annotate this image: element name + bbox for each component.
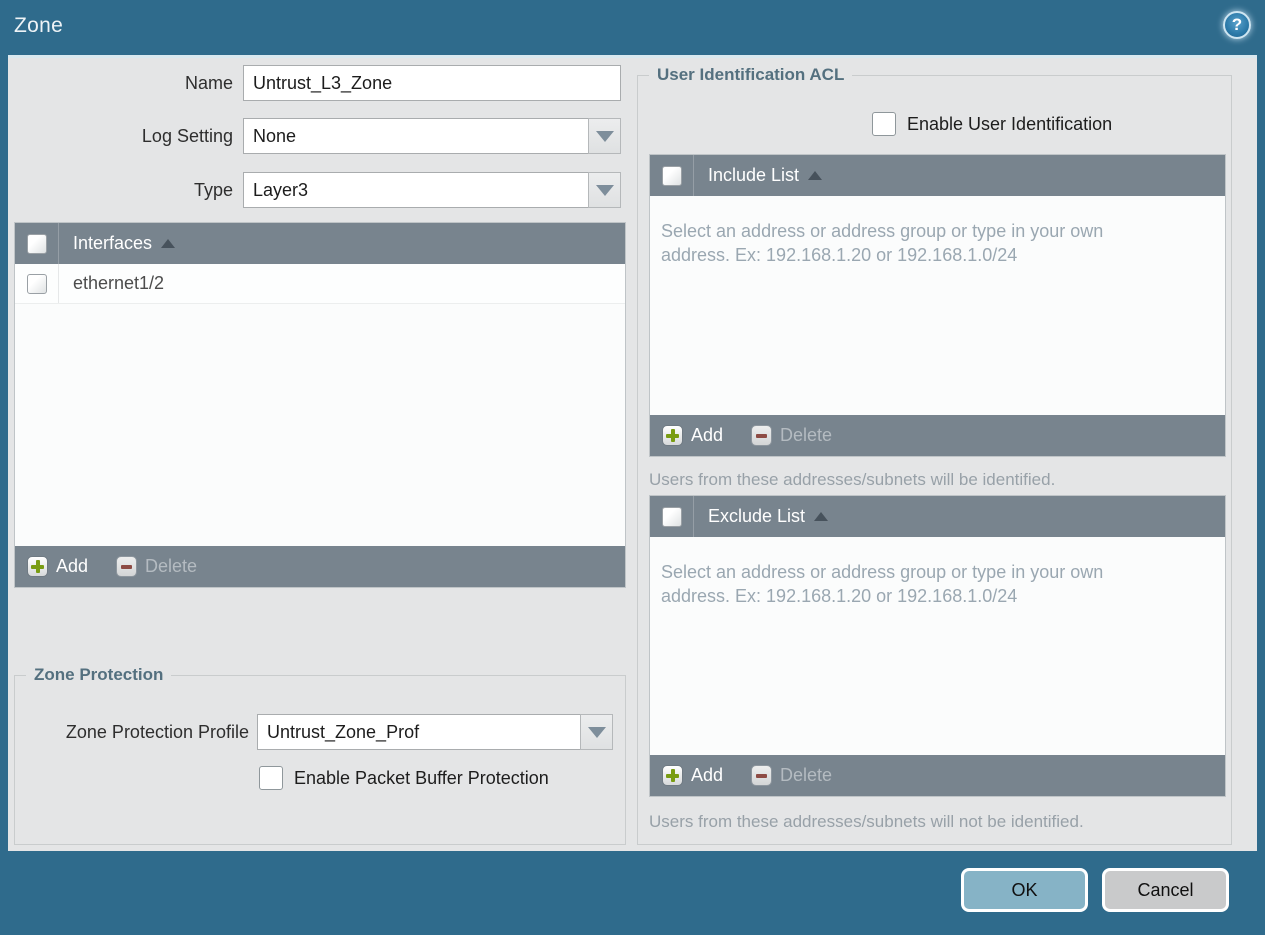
plus-icon — [27, 556, 48, 577]
type-dropdown-button[interactable] — [588, 172, 621, 208]
include-select-all-checkbox[interactable] — [661, 165, 682, 186]
include-column-label: Include List — [708, 165, 800, 185]
interfaces-table-footer: Add Delete — [15, 546, 625, 587]
interface-name: ethernet1/2 — [73, 273, 165, 293]
interfaces-table: Interfaces ethernet1/2 Add Delete — [14, 222, 626, 588]
dialog-body: Name Log Setting None Type Layer3 Interf… — [8, 55, 1257, 851]
add-button-label: Add — [56, 556, 89, 576]
include-delete-button[interactable]: Delete — [751, 425, 832, 446]
exclude-delete-button[interactable]: Delete — [751, 765, 832, 786]
exclude-list-placeholder: Select an address or address group or ty… — [661, 562, 1104, 606]
row-checkbox[interactable] — [26, 273, 47, 294]
interfaces-add-button[interactable]: Add — [27, 556, 88, 577]
exclude-select-all-cell — [650, 496, 694, 537]
exclude-column-header[interactable]: Exclude List — [708, 506, 829, 527]
enable-user-identification-label: Enable User Identification — [907, 114, 1113, 134]
dialog-titlebar: Zone ? — [0, 0, 1265, 55]
interfaces-delete-button[interactable]: Delete — [116, 556, 197, 577]
exclude-column-label: Exclude List — [708, 506, 806, 526]
sort-ascending-icon — [814, 512, 829, 521]
minus-icon — [116, 556, 138, 577]
add-button-label: Add — [691, 765, 724, 785]
include-column-header[interactable]: Include List — [708, 165, 823, 186]
zone-protection-legend: Zone Protection — [26, 665, 172, 685]
exclude-add-button[interactable]: Add — [662, 765, 723, 786]
exclude-list-footer: Add Delete — [650, 755, 1225, 796]
exclude-list-caption: Users from these addresses/subnets will … — [649, 812, 1084, 831]
exclude-list-body[interactable]: Select an address or address group or ty… — [650, 537, 1225, 755]
plus-icon — [662, 765, 683, 786]
enable-user-identification-checkbox[interactable] — [872, 112, 896, 136]
zone-protection-profile-label: Zone Protection Profile — [65, 722, 249, 742]
delete-button-label: Delete — [780, 765, 833, 785]
help-icon[interactable]: ? — [1223, 11, 1251, 39]
include-list-footer: Add Delete — [650, 415, 1225, 456]
zone-protection-profile-dropdown-button[interactable] — [580, 714, 613, 750]
type-label: Type — [193, 180, 233, 200]
exclude-select-all-checkbox[interactable] — [661, 506, 682, 527]
name-label: Name — [184, 73, 233, 93]
log-setting-dropdown-button[interactable] — [588, 118, 621, 154]
chevron-down-icon — [587, 726, 606, 738]
cancel-button[interactable]: Cancel — [1102, 868, 1229, 912]
include-list-placeholder: Select an address or address group or ty… — [661, 221, 1104, 265]
table-row[interactable]: ethernet1/2 — [15, 264, 625, 304]
log-setting-value[interactable]: None — [243, 118, 588, 154]
exclude-list-table: Exclude List Select an address or addres… — [649, 495, 1226, 797]
add-button-label: Add — [691, 425, 724, 445]
interfaces-select-all-cell — [15, 223, 59, 264]
zone-protection-profile-select[interactable]: Untrust_Zone_Prof — [257, 714, 613, 750]
dialog-top-highlight — [8, 55, 1257, 58]
sort-ascending-icon — [161, 239, 176, 248]
include-select-all-cell — [650, 155, 694, 196]
include-list-caption: Users from these addresses/subnets will … — [649, 470, 1056, 489]
sort-ascending-icon — [808, 171, 823, 180]
interfaces-select-all-checkbox[interactable] — [26, 233, 47, 254]
packet-buffer-protection-checkbox[interactable] — [259, 766, 283, 790]
dialog-title: Zone — [14, 14, 64, 37]
type-select[interactable]: Layer3 — [243, 172, 621, 208]
packet-buffer-protection-label: Enable Packet Buffer Protection — [294, 768, 549, 788]
user-identification-acl-group: User Identification ACL Enable User Iden… — [637, 65, 1232, 845]
interfaces-column-label: Interfaces — [73, 233, 153, 253]
include-list-table: Include List Select an address or addres… — [649, 154, 1226, 457]
plus-icon — [662, 425, 683, 446]
row-checkbox-cell — [15, 264, 59, 303]
include-list-header[interactable]: Include List — [650, 155, 1225, 196]
delete-button-label: Delete — [780, 425, 833, 445]
zone-dialog-screen: Zone ? Name Log Setting None Type Layer3 — [0, 0, 1265, 935]
zone-protection-profile-value[interactable]: Untrust_Zone_Prof — [257, 714, 580, 750]
name-input[interactable] — [243, 65, 621, 101]
type-value[interactable]: Layer3 — [243, 172, 588, 208]
minus-icon — [751, 765, 773, 786]
interfaces-column-header[interactable]: Interfaces — [73, 233, 176, 254]
chevron-down-icon — [595, 184, 614, 196]
zone-protection-group: Zone Protection Zone Protection Profile … — [14, 665, 626, 845]
user-identification-acl-legend: User Identification ACL — [649, 65, 853, 85]
interfaces-table-header[interactable]: Interfaces — [15, 223, 625, 264]
chevron-down-icon — [595, 130, 614, 142]
log-setting-select[interactable]: None — [243, 118, 621, 154]
delete-button-label: Delete — [145, 556, 198, 576]
exclude-list-header[interactable]: Exclude List — [650, 496, 1225, 537]
interfaces-table-body: ethernet1/2 — [15, 264, 625, 546]
log-setting-label: Log Setting — [141, 126, 233, 146]
ok-button[interactable]: OK — [961, 868, 1088, 912]
include-add-button[interactable]: Add — [662, 425, 723, 446]
include-list-body[interactable]: Select an address or address group or ty… — [650, 196, 1225, 415]
minus-icon — [751, 425, 773, 446]
